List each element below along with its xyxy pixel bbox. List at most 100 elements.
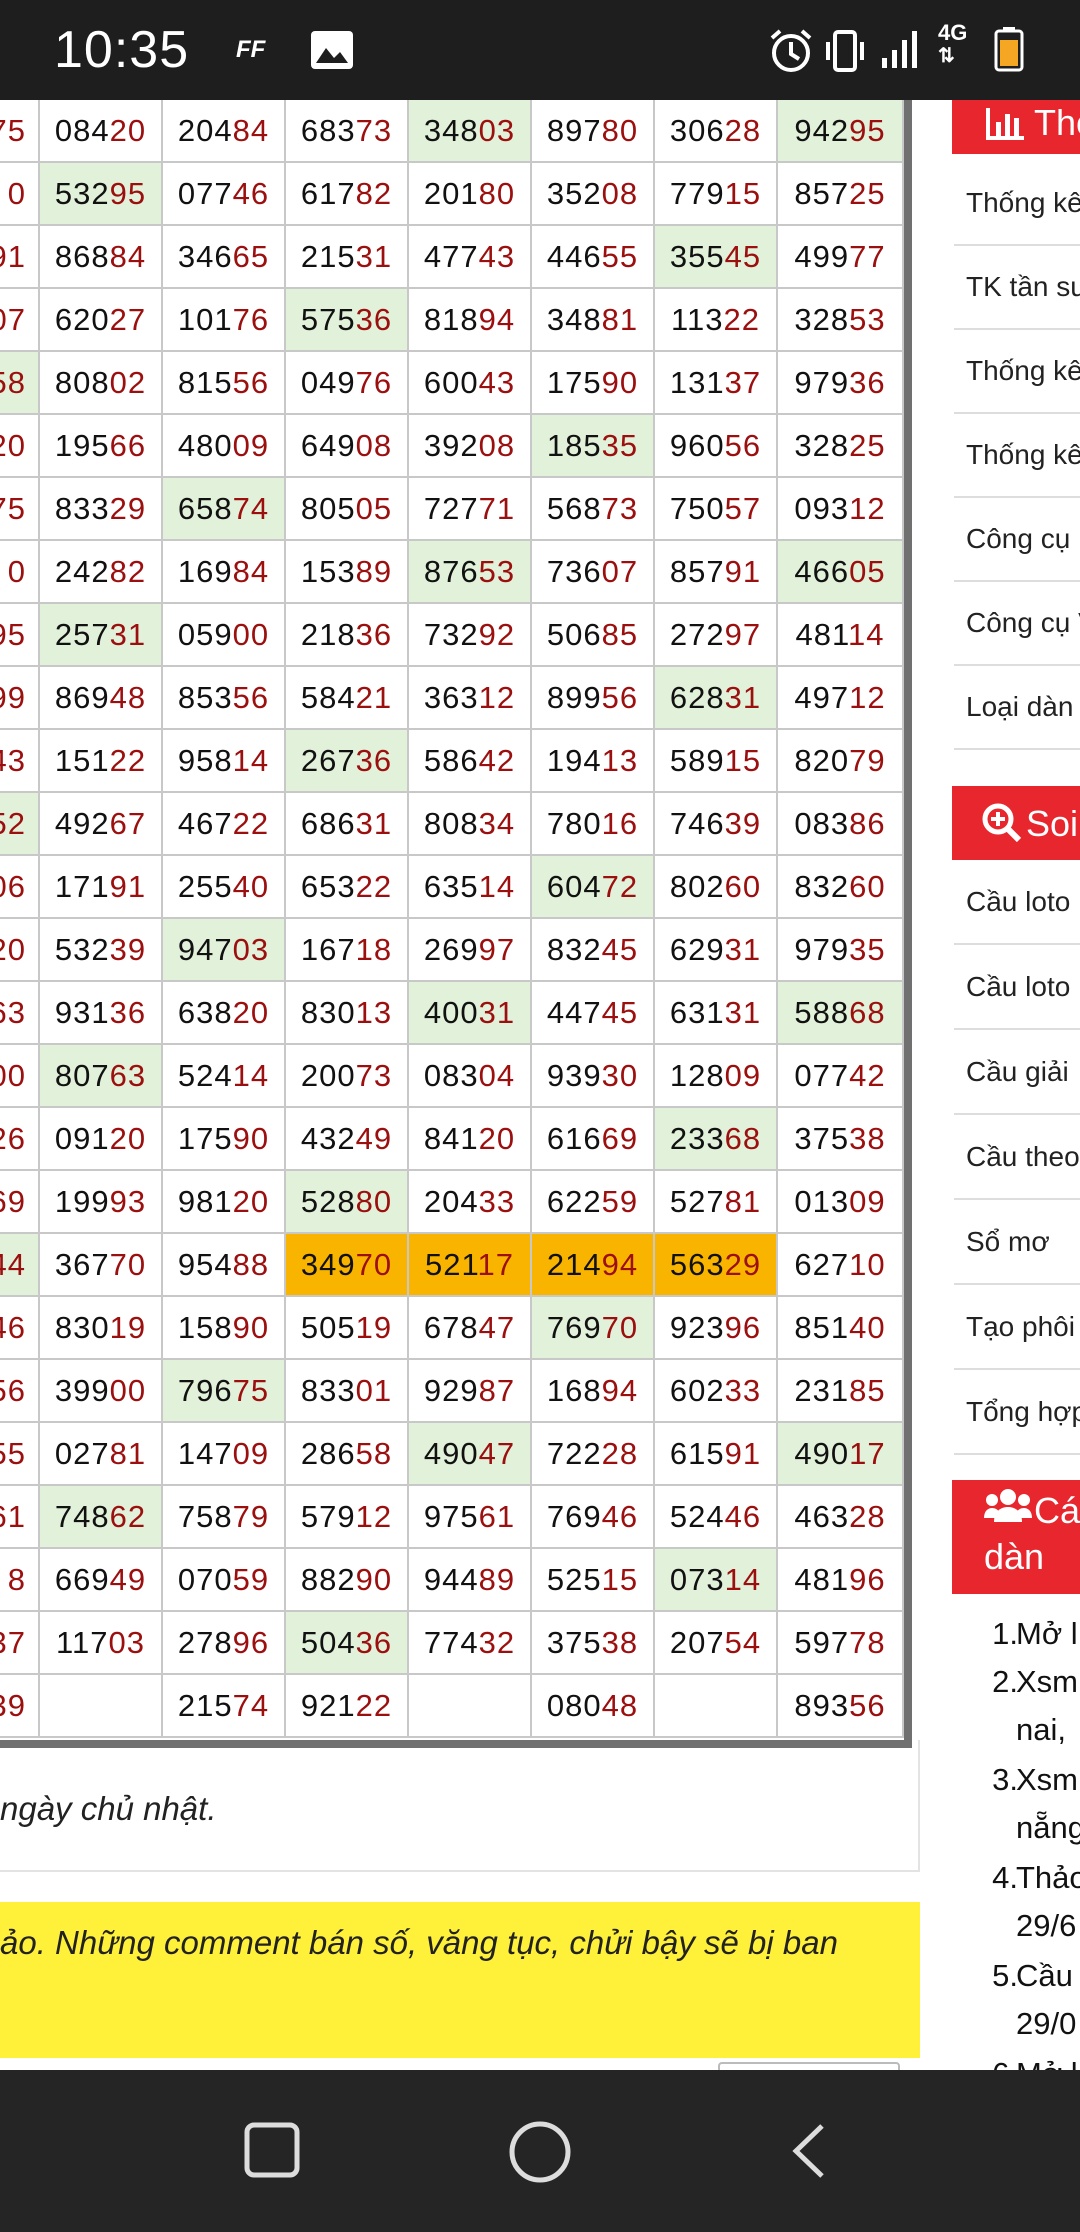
table-cell: 58642 <box>409 730 532 793</box>
lottery-results-table: 7508420204846837334803897803062894295053… <box>0 100 912 1748</box>
table-cell: 73607 <box>532 541 655 604</box>
recent-apps-button[interactable] <box>244 2122 300 2178</box>
table-cell: 32853 <box>778 289 904 352</box>
sidebar-link[interactable]: Tạo phôi <box>954 1285 1080 1370</box>
table-cell: 65874 <box>163 478 286 541</box>
table-cell: 97935 <box>778 919 904 982</box>
table-cell <box>40 1675 163 1738</box>
table-cell-partial: 58 <box>0 352 40 415</box>
table-cell: 80802 <box>40 352 163 415</box>
table-cell: 08304 <box>409 1045 532 1108</box>
table-cell: 87653 <box>409 541 532 604</box>
table-cell: 80505 <box>286 478 409 541</box>
table-cell: 77432 <box>409 1612 532 1675</box>
table-row: 2609120175904324984120616692336837538 <box>0 1108 904 1171</box>
divider <box>0 1870 920 1872</box>
table-cell: 78016 <box>532 793 655 856</box>
navigation-bar <box>0 2070 1080 2232</box>
table-cell: 58915 <box>655 730 778 793</box>
table-cell: 67847 <box>409 1297 532 1360</box>
page-content[interactable]: 7508420204846837334803897803062894295053… <box>0 100 1080 2070</box>
table-row: 3711703278965043677432375382075459778 <box>0 1612 904 1675</box>
table-cell: 39208 <box>409 415 532 478</box>
table-cell: 39900 <box>40 1360 163 1423</box>
table-cell: 75057 <box>655 478 778 541</box>
table-cell: 85725 <box>778 163 904 226</box>
table-row: 7583329658748050572771568737505709312 <box>0 478 904 541</box>
table-cell: 01309 <box>778 1171 904 1234</box>
sidebar-link[interactable]: Cầu loto <box>954 945 1080 1030</box>
table-cell: 02781 <box>40 1423 163 1486</box>
sidebar-link[interactable]: Thống kê <box>954 330 1080 414</box>
table-cell: 32825 <box>778 415 904 478</box>
sidebar-link[interactable]: Tổng hợp <box>954 1370 1080 1455</box>
network-4g-icon: 4G ⇅ <box>938 20 968 68</box>
table-cell: 93136 <box>40 982 163 1045</box>
table-cell: 65322 <box>286 856 409 919</box>
table-cell: 15890 <box>163 1297 286 1360</box>
sidebar-link[interactable]: Cầu giải <box>954 1030 1080 1115</box>
table-cell: 07742 <box>778 1045 904 1108</box>
home-button[interactable] <box>508 2120 572 2184</box>
sidebar-link[interactable]: Thống kê <box>954 162 1080 246</box>
table-cell: 74862 <box>40 1486 163 1549</box>
table-cell: 86884 <box>40 226 163 289</box>
table-cell: 61591 <box>655 1423 778 1486</box>
sidebar-link[interactable]: Sổ mơ <box>954 1200 1080 1285</box>
table-cell: 52446 <box>655 1486 778 1549</box>
table-cell-partial: 46 <box>0 1297 40 1360</box>
submit-button[interactable] <box>718 2062 900 2070</box>
table-cell: 19993 <box>40 1171 163 1234</box>
table-row: 5639900796758330192987168946023323185 <box>0 1360 904 1423</box>
table-cell: 86948 <box>40 667 163 730</box>
back-button[interactable] <box>788 2122 828 2180</box>
table-cell: 89780 <box>532 100 655 163</box>
table-cell: 60043 <box>409 352 532 415</box>
sidebar-link[interactable]: Loại dàn <box>954 666 1080 750</box>
table-cell: 68631 <box>286 793 409 856</box>
table-cell: 26736 <box>286 730 409 793</box>
table-cell: 97936 <box>778 352 904 415</box>
table-row: 0080763524142007308304939301280907742 <box>0 1045 904 1108</box>
table-cell-partial: 0 <box>0 163 40 226</box>
search-plus-icon <box>982 803 1022 843</box>
table-cell: 81556 <box>163 352 286 415</box>
table-cell-partial: 00 <box>0 1045 40 1108</box>
table-cell: 25731 <box>40 604 163 667</box>
table-cell: 94703 <box>163 919 286 982</box>
table-row: 9986948853565842136312899566283149712 <box>0 667 904 730</box>
table-cell: 81894 <box>409 289 532 352</box>
sidebar-link[interactable]: Thống kê <box>954 414 1080 498</box>
table-cell: 43249 <box>286 1108 409 1171</box>
table-cell: 62259 <box>532 1171 655 1234</box>
table-cell: 62831 <box>655 667 778 730</box>
table-row: 0617191255406532263514604728026083260 <box>0 856 904 919</box>
table-cell: 28658 <box>286 1423 409 1486</box>
sidebar-link[interactable]: Cầu loto <box>954 860 1080 945</box>
table-cell: 17191 <box>40 856 163 919</box>
table-cell: 79675 <box>163 1360 286 1423</box>
sidebar-link[interactable]: Công cụ <box>954 498 1080 582</box>
table-cell: 50685 <box>532 604 655 667</box>
table-cell: 15122 <box>40 730 163 793</box>
table-cell: 07746 <box>163 163 286 226</box>
table-row: 8 66949 07059 88290 94489 52515 07314 48196 <box>0 1549 904 1612</box>
table-cell: 16718 <box>286 919 409 982</box>
soi-box-header: Soi <box>952 786 1080 860</box>
table-cell: 53295 <box>40 163 163 226</box>
table-cell: 36770 <box>40 1234 163 1297</box>
sidebar-link[interactable]: Công cụ VIP <box>954 582 1080 666</box>
sidebar-link[interactable]: TK tần su <box>954 246 1080 330</box>
table-row: 2053239947031671826997832456293197935 <box>0 919 904 982</box>
table-cell-partial: 61 <box>0 1486 40 1549</box>
table-cell-partial: 55 <box>0 1423 40 1486</box>
table-cell-partial: 39 <box>0 1675 40 1738</box>
sidebar-link[interactable]: Cầu theo <box>954 1115 1080 1200</box>
table-cell: 10176 <box>163 289 286 352</box>
table-cell: 96056 <box>655 415 778 478</box>
table-cell: 30628 <box>655 100 778 163</box>
table-cell: 15389 <box>286 541 409 604</box>
ff-app-icon: FF <box>236 36 266 63</box>
table-cell: 88290 <box>286 1549 409 1612</box>
table-cell-partial: 69 <box>0 1171 40 1234</box>
